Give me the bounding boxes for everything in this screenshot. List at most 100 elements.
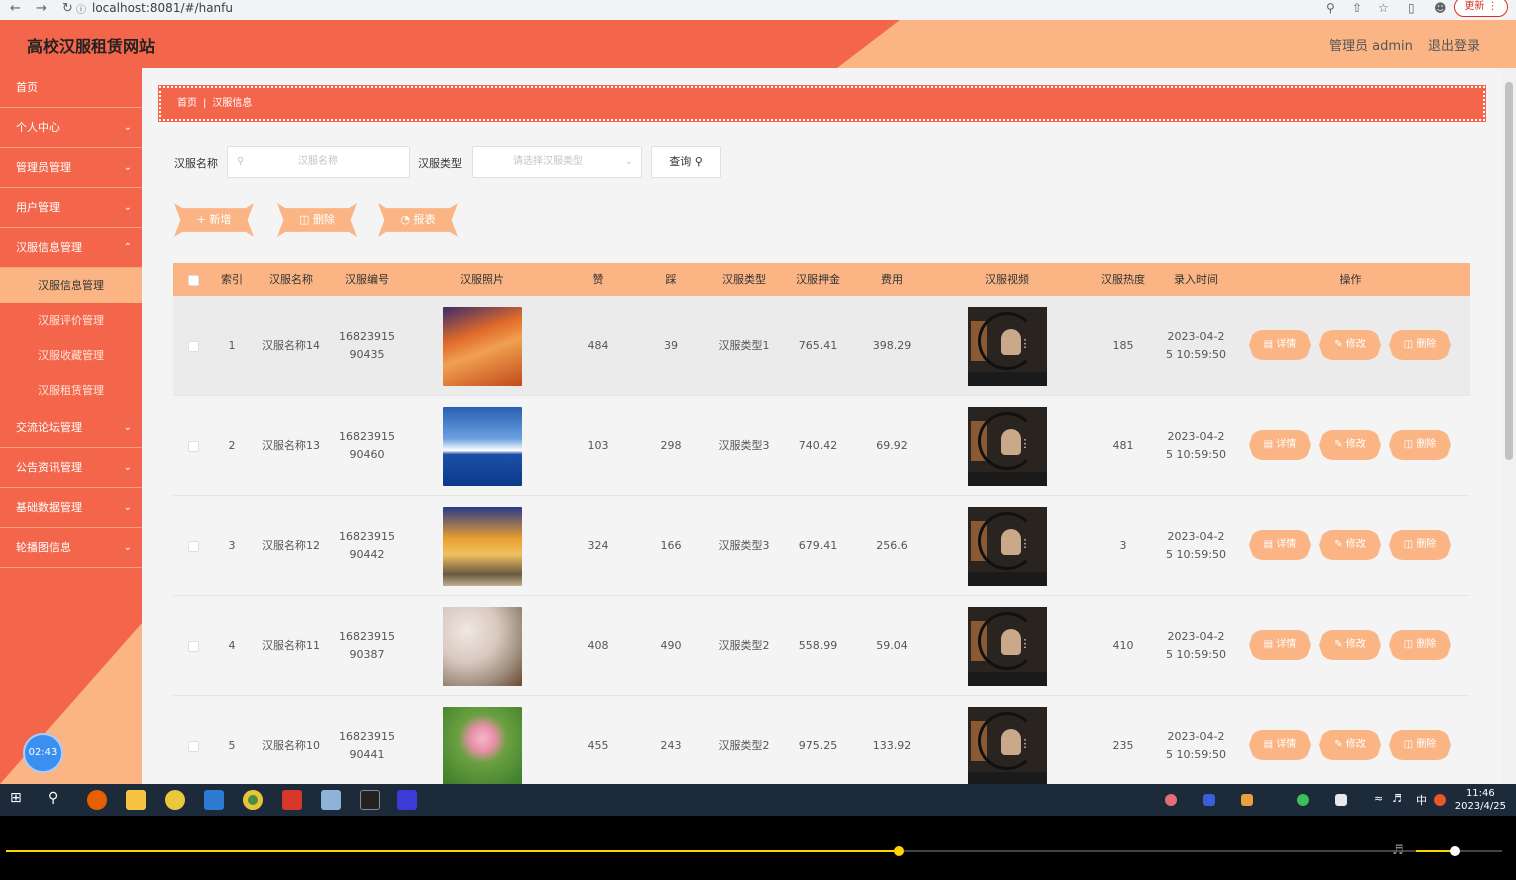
tray-app-icon[interactable] xyxy=(1165,794,1177,806)
hanfu-photo[interactable] xyxy=(442,606,522,686)
more-options-icon[interactable]: ⋮ xyxy=(1020,435,1031,453)
terminal-icon[interactable] xyxy=(360,790,380,810)
sidebar-item-home[interactable]: 首页 xyxy=(0,68,142,108)
detail-button[interactable]: ▤ 详情 xyxy=(1249,630,1311,660)
sidebar-item-news[interactable]: 公告资讯管理 ⌄ xyxy=(0,448,142,488)
sidebar-item-forum[interactable]: 交流论坛管理 ⌄ xyxy=(0,408,142,448)
name-search-input[interactable]: ⚲ 汉服名称 xyxy=(227,146,410,178)
tray-shield-icon[interactable] xyxy=(1241,794,1253,806)
sidebar-subitem-hanfu-review[interactable]: 汉服评价管理 xyxy=(0,303,142,338)
tray-app-icon[interactable] xyxy=(1434,794,1446,806)
sidebar-item-profile[interactable]: 个人中心 ⌄ xyxy=(0,108,142,148)
progress-knob[interactable] xyxy=(894,846,905,856)
detail-button[interactable]: ▤ 详情 xyxy=(1249,330,1311,360)
row-delete-button[interactable]: ◫ 删除 xyxy=(1389,730,1451,760)
delete-button[interactable]: ◫ 删除 xyxy=(277,203,357,237)
share-icon[interactable]: ⇧ xyxy=(1352,1,1362,15)
sidebar-subitem-hanfu-favorite[interactable]: 汉服收藏管理 xyxy=(0,338,142,373)
edit-button[interactable]: ✎ 修改 xyxy=(1319,530,1381,560)
tray-app-icon[interactable] xyxy=(1203,794,1215,806)
sidebar-subitem-hanfu-info[interactable]: 汉服信息管理 xyxy=(0,268,142,303)
detail-button[interactable]: ▤ 详情 xyxy=(1249,530,1311,560)
windows-start-icon[interactable]: ⊞ xyxy=(10,790,30,810)
sidebar-item-admin[interactable]: 管理员管理 ⌄ xyxy=(0,148,142,188)
type-select[interactable]: 请选择汉服类型 ⌄ xyxy=(472,146,642,178)
sidebar-item-carousel[interactable]: 轮播图信息 ⌄ xyxy=(0,528,142,568)
volume-knob[interactable] xyxy=(1449,846,1460,856)
chrome-icon[interactable] xyxy=(243,790,263,810)
row-checkbox[interactable] xyxy=(187,440,199,452)
edit-button[interactable]: ✎ 修改 xyxy=(1319,730,1381,760)
more-options-icon[interactable]: ⋮ xyxy=(1020,535,1031,553)
sidebar-item-basedata[interactable]: 基础数据管理 ⌄ xyxy=(0,488,142,528)
sidebar-item-users[interactable]: 用户管理 ⌄ xyxy=(0,188,142,228)
wifi-icon[interactable]: ≈ xyxy=(1374,792,1383,805)
search-icon[interactable]: ⚲ xyxy=(48,790,68,810)
firefox-icon[interactable] xyxy=(87,790,107,810)
row-delete-button[interactable]: ◫ 删除 xyxy=(1389,530,1451,560)
hanfu-photo[interactable] xyxy=(442,406,522,486)
wechat-icon[interactable] xyxy=(1297,794,1309,806)
page-scrollbar[interactable] xyxy=(1502,68,1516,784)
hanfu-photo[interactable] xyxy=(442,706,522,784)
hanfu-video[interactable]: ⋮ xyxy=(967,506,1047,586)
more-options-icon[interactable]: ⋮ xyxy=(1020,635,1031,653)
select-all-cell[interactable] xyxy=(173,263,213,296)
edit-button[interactable]: ✎ 修改 xyxy=(1319,630,1381,660)
hanfu-video[interactable]: ⋮ xyxy=(967,606,1047,686)
hanfu-photo[interactable] xyxy=(442,506,522,586)
timer-badge[interactable]: 02:43 xyxy=(23,733,63,773)
query-button[interactable]: 查询 ⚲ xyxy=(651,146,721,178)
select-cell[interactable] xyxy=(173,596,213,696)
system-clock[interactable]: 11:46 2023/4/25 xyxy=(1455,787,1506,813)
hanfu-video[interactable]: ⋮ xyxy=(967,706,1047,784)
row-checkbox[interactable] xyxy=(187,740,199,752)
folder-icon[interactable] xyxy=(126,790,146,810)
breadcrumb-home[interactable]: 首页 xyxy=(177,98,197,109)
intellij-icon[interactable] xyxy=(397,790,417,810)
row-checkbox[interactable] xyxy=(187,340,199,352)
row-delete-button[interactable]: ◫ 删除 xyxy=(1389,630,1451,660)
edit-button[interactable]: ✎ 修改 xyxy=(1319,430,1381,460)
progress-bar[interactable] xyxy=(6,846,1502,856)
row-delete-button[interactable]: ◫ 删除 xyxy=(1389,430,1451,460)
row-checkbox[interactable] xyxy=(187,640,199,652)
star-icon[interactable]: ☆ xyxy=(1378,1,1389,15)
tray-app-icon[interactable] xyxy=(1335,794,1347,806)
more-options-icon[interactable]: ⋮ xyxy=(1020,735,1031,753)
volume-icon[interactable]: ♬ xyxy=(1392,843,1404,858)
reload-icon[interactable]: ↻ xyxy=(62,1,73,16)
report-button[interactable]: ◔ 报表 xyxy=(378,203,458,237)
detail-button[interactable]: ▤ 详情 xyxy=(1249,430,1311,460)
hanfu-video[interactable]: ⋮ xyxy=(967,406,1047,486)
more-options-icon[interactable]: ⋮ xyxy=(1020,335,1031,353)
row-delete-button[interactable]: ◫ 删除 xyxy=(1389,330,1451,360)
select-cell[interactable] xyxy=(173,496,213,596)
wps-icon[interactable] xyxy=(282,790,302,810)
hanfu-video[interactable]: ⋮ xyxy=(967,306,1047,386)
select-cell[interactable] xyxy=(173,696,213,784)
scrollbar-thumb[interactable] xyxy=(1505,82,1513,460)
select-all-checkbox[interactable] xyxy=(187,274,199,286)
logout-link[interactable]: 退出登录 xyxy=(1428,35,1480,54)
sidepanel-icon[interactable]: ▯ xyxy=(1408,1,1415,15)
back-icon[interactable]: ← xyxy=(10,1,21,16)
ime-indicator[interactable]: 中 xyxy=(1416,792,1427,808)
detail-button[interactable]: ▤ 详情 xyxy=(1249,730,1311,760)
select-cell[interactable] xyxy=(173,296,213,396)
volume-slider[interactable] xyxy=(1416,846,1502,856)
notebook-icon[interactable] xyxy=(321,790,341,810)
address-bar[interactable]: localhost:8081/#/hanfu xyxy=(92,1,233,15)
forward-icon[interactable]: → xyxy=(36,1,47,16)
hanfu-photo[interactable] xyxy=(442,306,522,386)
info-icon[interactable]: ⓘ xyxy=(76,1,86,16)
duck-app-icon[interactable] xyxy=(165,790,185,810)
edit-button[interactable]: ✎ 修改 xyxy=(1319,330,1381,360)
select-cell[interactable] xyxy=(173,396,213,496)
profile-icon[interactable]: ☻ xyxy=(1434,1,1447,15)
add-button[interactable]: + 新增 xyxy=(174,203,254,237)
sidebar-subitem-hanfu-rental[interactable]: 汉服租赁管理 xyxy=(0,373,142,408)
vscode-icon[interactable] xyxy=(204,790,224,810)
row-checkbox[interactable] xyxy=(187,540,199,552)
speaker-icon[interactable]: ♬ xyxy=(1392,792,1402,805)
